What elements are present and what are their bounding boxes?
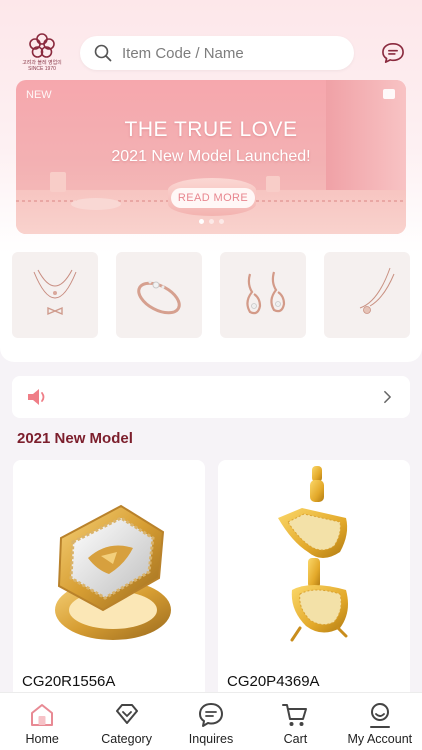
gold-ring-icon (55, 504, 171, 640)
search-input[interactable] (122, 44, 332, 62)
category-ring[interactable] (116, 252, 202, 338)
necklace-pendant-icon (359, 267, 395, 314)
diamond-icon (115, 704, 138, 724)
gift-box-icon (266, 176, 280, 192)
nav-category[interactable]: Category (84, 693, 168, 750)
search-icon (94, 44, 112, 62)
banner-tag: NEW (26, 89, 52, 101)
cart-icon (282, 704, 308, 726)
nav-inquires[interactable]: Inquires (169, 693, 253, 750)
necklace-bow-icon (33, 269, 77, 316)
product-image (13, 460, 205, 665)
section-title: 2021 New Model (17, 430, 133, 447)
nav-home[interactable]: Home (0, 693, 84, 750)
earrings-icon (246, 271, 286, 315)
flower-logo-icon (29, 33, 55, 58)
chat-bubble-icon (382, 43, 404, 63)
promo-banner[interactable]: NEW THE TRUE LOVE 2021 New Model Launche… (16, 80, 406, 234)
gift-box-icon (50, 172, 66, 192)
banner-corner-icon (383, 89, 395, 99)
chat-icon (199, 703, 224, 727)
product-image (218, 460, 410, 665)
banner-stage (71, 198, 121, 210)
category-thumbnails (12, 252, 410, 338)
nav-label: Category (101, 732, 152, 746)
banner-subtitle: 2021 New Model Launched! (111, 148, 311, 165)
read-more-button[interactable]: READ MORE (171, 188, 255, 208)
message-button[interactable] (380, 41, 406, 65)
product-card[interactable]: CG20P4369A (218, 460, 410, 700)
logo-since: SINCE 1970 (28, 66, 56, 72)
carousel-dots (16, 219, 406, 224)
sunglasses-pendant-icon (278, 466, 348, 642)
notice-bar[interactable] (12, 376, 410, 418)
banner-title: THE TRUE LOVE (124, 118, 298, 141)
brand-logo[interactable]: 고려과 블레 영업의 SINCE 1970 (22, 32, 62, 76)
search-bar[interactable] (80, 36, 354, 70)
nav-my-account[interactable]: My Account (338, 693, 422, 750)
nav-label: Cart (283, 732, 308, 746)
nav-label: Home (25, 732, 59, 746)
nav-label: My Account (347, 732, 413, 746)
bottom-navigation: Home Category Inquires Cart My Account (0, 692, 422, 750)
nav-label: Inquires (188, 732, 234, 746)
ring-icon (137, 280, 181, 315)
carousel-dot[interactable] (218, 219, 224, 224)
product-card[interactable]: CG20R1556A (13, 460, 205, 700)
chevron-right-icon[interactable] (383, 390, 392, 404)
product-code: CG20P4369A (227, 673, 320, 690)
nav-cart[interactable]: Cart (253, 693, 337, 750)
carousel-dot[interactable] (208, 219, 214, 224)
user-icon (369, 703, 390, 728)
carousel-dot[interactable] (198, 219, 204, 224)
home-icon (31, 704, 54, 726)
product-code: CG20R1556A (22, 673, 116, 690)
category-necklace-pendant[interactable] (324, 252, 410, 338)
category-earrings[interactable] (220, 252, 306, 338)
category-necklace-bow[interactable] (12, 252, 98, 338)
speaker-icon (28, 389, 45, 405)
